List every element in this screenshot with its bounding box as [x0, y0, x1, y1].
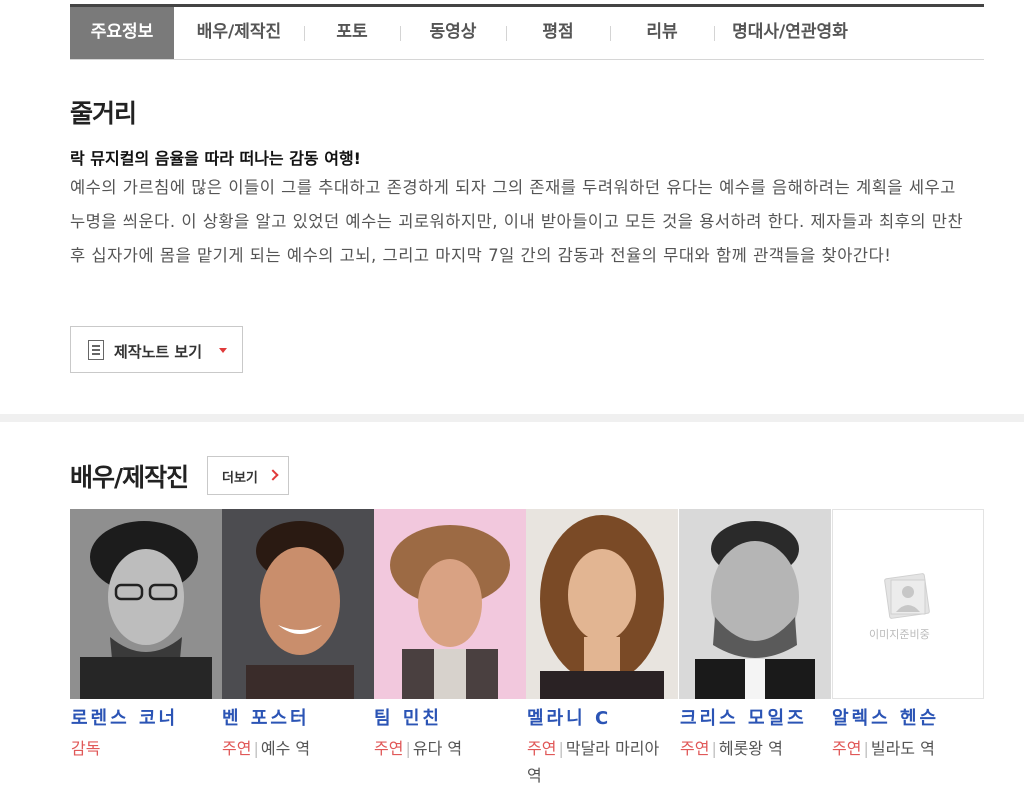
cast-role: 감독 [71, 735, 213, 762]
role-character: 헤롯왕 역 [718, 739, 783, 758]
synopsis-tagline: 락 뮤지컬의 음율을 따라 떠나는 감동 여행! [70, 149, 361, 168]
cast-name-link[interactable]: 팀 민친 [374, 704, 442, 730]
role-type: 주연 [374, 739, 404, 758]
role-separator: | [711, 739, 717, 758]
role-character: 예수 역 [260, 739, 311, 758]
tab-quotes-related[interactable]: 명대사/연관영화 [714, 7, 866, 59]
cast-section-title: 배우/제작진 [70, 463, 189, 492]
tab-review[interactable]: 리뷰 [610, 7, 714, 59]
tab-cast-crew[interactable]: 배우/제작진 [174, 7, 304, 59]
role-separator: | [253, 739, 259, 758]
cast-photo[interactable] [70, 509, 222, 699]
role-type: 감독 [71, 739, 101, 758]
role-separator: | [558, 739, 564, 758]
tab-photo[interactable]: 포토 [304, 7, 400, 59]
synopsis-body: 예수의 가르침에 많은 이들이 그를 추대하고 존경하게 되자 그의 존재를 두… [70, 178, 964, 265]
cast-photo[interactable] [679, 509, 831, 699]
role-type: 주연 [222, 739, 252, 758]
cast-role: 주연 | 예수 역 [222, 735, 364, 762]
chevron-right-icon [267, 469, 279, 481]
cast-role: 주연 | 빌라도 역 [832, 735, 974, 762]
image-placeholder-icon [833, 510, 983, 698]
production-note-label: 제작노트 보기 [114, 343, 203, 361]
cast-name-link[interactable]: 크리스 모일즈 [680, 704, 807, 730]
tab-main-info[interactable]: 주요정보 [70, 7, 174, 59]
section-divider [0, 414, 1024, 422]
tab-bar: 주요정보 배우/제작진 포토 동영상 평점 리뷰 명대사/연관영화 [70, 4, 984, 60]
cast-name-link[interactable]: 멜라니 C [527, 704, 611, 730]
more-label: 더보기 [222, 471, 258, 486]
cast-role: 주연 | 유다 역 [374, 735, 516, 762]
cast-name-link[interactable]: 알렉스 헨슨 [832, 704, 939, 730]
synopsis-title: 줄거리 [70, 99, 137, 128]
cast-photo[interactable] [222, 509, 374, 699]
more-button[interactable]: 더보기 [207, 456, 289, 495]
role-character: 빌라도 역 [870, 739, 935, 758]
role-separator: | [405, 739, 411, 758]
placeholder-text: 이미지준비중 [869, 628, 930, 641]
role-type: 주연 [680, 739, 710, 758]
cast-role: 주연 | 헤롯왕 역 [680, 735, 822, 762]
role-separator: | [863, 739, 869, 758]
document-icon [88, 340, 104, 360]
cast-name-link[interactable]: 로렌스 코너 [71, 704, 178, 730]
cast-photo[interactable] [526, 509, 678, 699]
cast-photo[interactable] [374, 509, 526, 699]
cast-role: 주연 | 막달라 마리아 역 [527, 735, 669, 789]
role-character: 유다 역 [412, 739, 463, 758]
role-type: 주연 [527, 739, 557, 758]
tab-video[interactable]: 동영상 [400, 7, 506, 59]
cast-photo-placeholder[interactable]: 이미지준비중 [832, 509, 984, 699]
role-type: 주연 [832, 739, 862, 758]
production-note-button[interactable]: 제작노트 보기 [70, 326, 243, 373]
tab-rating[interactable]: 평점 [506, 7, 610, 59]
caret-down-icon [219, 348, 227, 353]
cast-name-link[interactable]: 벤 포스터 [222, 704, 310, 730]
